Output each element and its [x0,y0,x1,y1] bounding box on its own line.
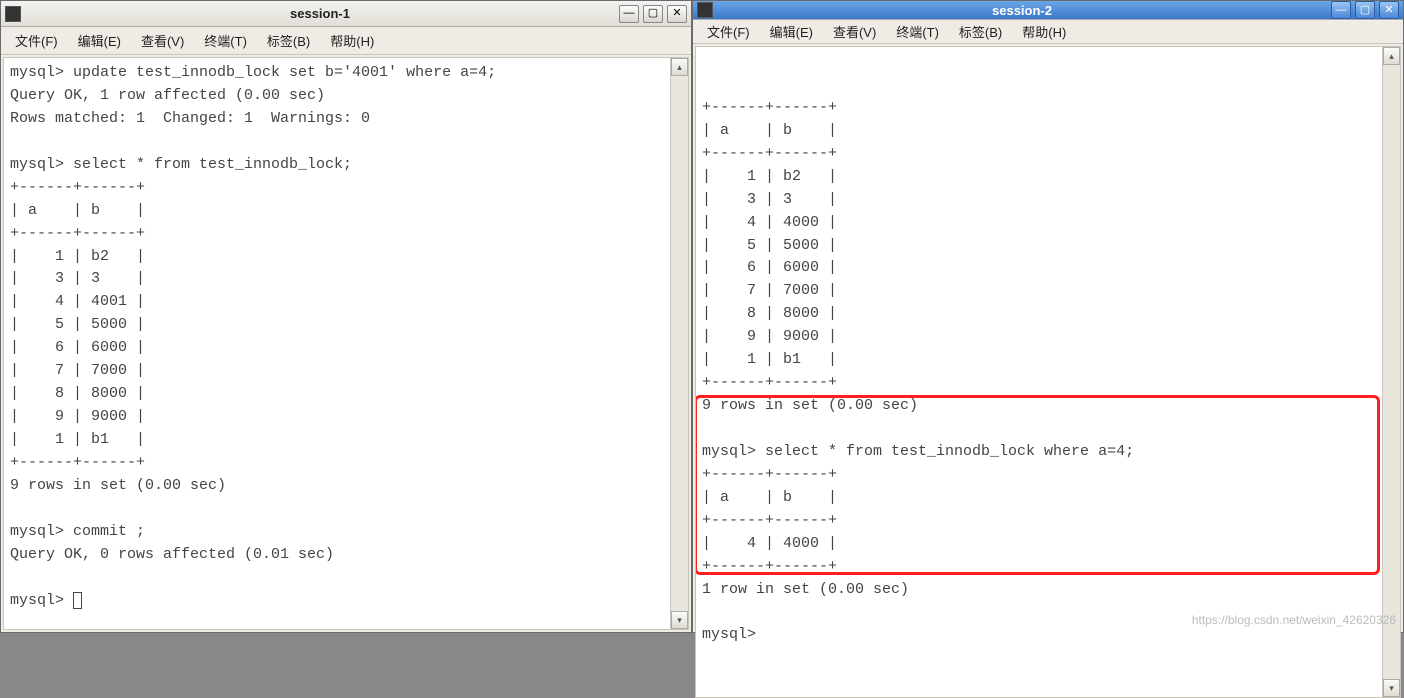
window-session-2: session-2 — ▢ ✕ 文件(F) 编辑(E) 查看(V) 终端(T) … [692,0,1404,633]
close-button[interactable]: ✕ [1379,1,1399,19]
terminal-icon [5,6,21,22]
menu-file[interactable]: 文件(F) [699,20,758,43]
window-title: session-1 [25,6,615,21]
window-title: session-2 [717,3,1327,18]
maximize-button[interactable]: ▢ [1355,1,1375,19]
scroll-down-button[interactable]: ▾ [671,611,688,629]
minimize-button[interactable]: — [619,5,639,23]
terminal-text: +------+------+ | a | b | +------+------… [702,97,1376,648]
window-session-1: session-1 — ▢ ✕ 文件(F) 编辑(E) 查看(V) 终端(T) … [0,0,692,633]
terminal-container: +------+------+ | a | b | +------+------… [695,46,1401,698]
menu-edit[interactable]: 编辑(E) [762,20,821,43]
scroll-up-button[interactable]: ▴ [1383,47,1400,65]
menu-tabs[interactable]: 标签(B) [951,20,1010,43]
close-button[interactable]: ✕ [667,5,687,23]
terminal-icon [697,2,713,18]
scroll-track[interactable] [1383,65,1400,679]
scroll-down-button[interactable]: ▾ [1383,679,1400,697]
menu-file[interactable]: 文件(F) [7,29,66,52]
minimize-button[interactable]: — [1331,1,1351,19]
scroll-up-button[interactable]: ▴ [671,58,688,76]
menubar: 文件(F) 编辑(E) 查看(V) 终端(T) 标签(B) 帮助(H) [1,27,691,55]
scroll-track[interactable] [671,76,688,611]
terminal-output[interactable]: +------+------+ | a | b | +------+------… [696,47,1382,697]
terminal-output[interactable]: mysql> update test_innodb_lock set b='40… [4,58,670,629]
terminal-container: mysql> update test_innodb_lock set b='40… [3,57,689,630]
menu-view[interactable]: 查看(V) [133,29,192,52]
menu-help[interactable]: 帮助(H) [322,29,382,52]
titlebar[interactable]: session-2 — ▢ ✕ [693,1,1403,20]
menu-terminal[interactable]: 终端(T) [196,29,255,52]
menu-help[interactable]: 帮助(H) [1014,20,1074,43]
maximize-button[interactable]: ▢ [643,5,663,23]
watermark-text: https://blog.csdn.net/weixin_42620326 [1192,613,1396,627]
terminal-text: mysql> update test_innodb_lock set b='40… [10,62,664,613]
scrollbar[interactable]: ▴ ▾ [670,58,688,629]
scrollbar[interactable]: ▴ ▾ [1382,47,1400,697]
titlebar[interactable]: session-1 — ▢ ✕ [1,1,691,27]
menu-tabs[interactable]: 标签(B) [259,29,318,52]
menu-terminal[interactable]: 终端(T) [888,20,947,43]
menu-view[interactable]: 查看(V) [825,20,884,43]
menu-edit[interactable]: 编辑(E) [70,29,129,52]
menubar: 文件(F) 编辑(E) 查看(V) 终端(T) 标签(B) 帮助(H) [693,20,1403,44]
